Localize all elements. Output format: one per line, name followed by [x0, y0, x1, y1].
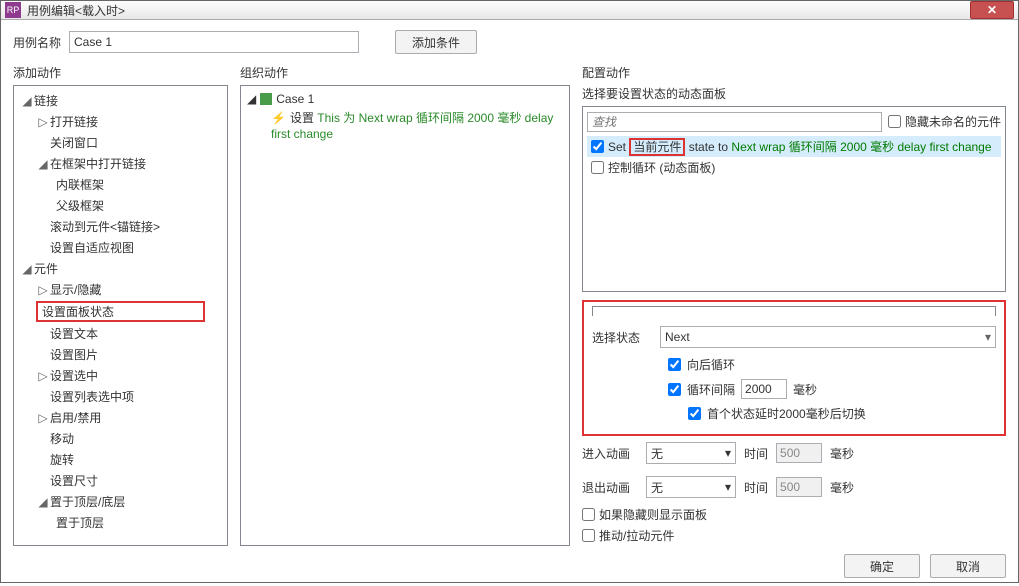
case-row[interactable]: ◢ Case 1 [241, 90, 569, 108]
tree-item-set-panel-state[interactable]: 设置面板状态 [36, 301, 205, 322]
tree-item[interactable]: 设置列表选中项 [14, 386, 227, 407]
tree-item[interactable]: 设置图片 [14, 344, 227, 365]
state-config-box: 选择状态 Next▾ 向后循环 循环间隔毫秒 首个状态延时2000毫秒后切换 [582, 300, 1006, 436]
anim-out-label: 退出动画 [582, 479, 638, 496]
tree-item[interactable]: 父级框架 [14, 195, 227, 216]
search-input[interactable] [587, 112, 882, 132]
tree-item[interactable]: 设置自适应视图 [14, 237, 227, 258]
state-label: 选择状态 [592, 329, 652, 346]
anim-in-label: 进入动画 [582, 445, 638, 462]
window-title: 用例编辑<载入时> [27, 2, 970, 19]
tree-item[interactable]: ▷设置选中 [14, 365, 227, 386]
add-condition-button[interactable]: 添加条件 [395, 30, 477, 54]
titlebar: RP 用例编辑<载入时> ✕ [1, 1, 1018, 20]
case-icon [260, 93, 272, 105]
anim-in-time[interactable] [776, 443, 822, 463]
add-action-header: 添加动作 [13, 64, 228, 81]
panel-item-control[interactable]: 控制循环 (动态面板) [587, 157, 1001, 178]
cancel-button[interactable]: 取消 [930, 554, 1006, 578]
case-label: Case 1 [276, 92, 314, 106]
tree-item[interactable]: 置于顶层 [14, 512, 227, 533]
case-name-input[interactable] [69, 31, 359, 53]
tree-item[interactable]: ◢置于顶层/底层 [14, 491, 227, 512]
tree-item[interactable]: 关闭窗口 [14, 132, 227, 153]
tree-item[interactable]: 设置尺寸 [14, 470, 227, 491]
anim-in-select[interactable]: 无▾ [646, 442, 736, 464]
bolt-icon: ⚡ [271, 111, 286, 125]
delay-check[interactable] [688, 407, 701, 420]
tree-item[interactable]: 内联框架 [14, 174, 227, 195]
anim-out-select[interactable]: 无▾ [646, 476, 736, 498]
interval-input[interactable] [741, 379, 787, 399]
chevron-down-icon: ▾ [725, 446, 731, 460]
anim-out-time[interactable] [776, 477, 822, 497]
tree-item[interactable]: 滚动到元件<锚链接> [14, 216, 227, 237]
action-tree-panel: ◢链接 ▷打开链接 关闭窗口 ◢在框架中打开链接 内联框架 父级框架 滚动到元件… [13, 85, 228, 546]
push-pull-check[interactable]: 推动/拉动元件 [582, 525, 1006, 546]
tree-item[interactable]: ▷打开链接 [14, 111, 227, 132]
chevron-down-icon: ▾ [985, 330, 991, 344]
chevron-down-icon: ▾ [725, 480, 731, 494]
panel-select-label: 选择要设置状态的动态面板 [582, 85, 1006, 102]
case-name-label: 用例名称 [13, 34, 61, 51]
tree-item[interactable]: ◢在框架中打开链接 [14, 153, 227, 174]
ok-button[interactable]: 确定 [844, 554, 920, 578]
show-if-hidden-check[interactable]: 如果隐藏则显示面板 [582, 504, 1006, 525]
tree-item[interactable]: ▷启用/禁用 [14, 407, 227, 428]
tree-group-link[interactable]: ◢链接 [14, 90, 227, 111]
organize-panel: ◢ Case 1 ⚡设置 This 为 Next wrap 循环间隔 2000 … [240, 85, 570, 546]
panel-item-current[interactable]: Set 当前元件 state to Next wrap 循环间隔 2000 毫秒… [587, 136, 1001, 157]
tree-item[interactable]: ▷显示/隐藏 [14, 279, 227, 300]
app-icon: RP [5, 2, 21, 18]
panel-list: 隐藏未命名的元件 Set 当前元件 state to Next wrap 循环间… [582, 106, 1006, 292]
tree-item[interactable]: 旋转 [14, 449, 227, 470]
config-header: 配置动作 [582, 64, 1006, 81]
tree-item[interactable]: 设置文本 [14, 323, 227, 344]
action-row[interactable]: ⚡设置 This 为 Next wrap 循环间隔 2000 毫秒 delay … [241, 108, 569, 144]
panel-check[interactable] [591, 140, 604, 153]
close-button[interactable]: ✕ [970, 1, 1014, 19]
hide-unnamed-check[interactable]: 隐藏未命名的元件 [888, 111, 1001, 132]
state-select[interactable]: Next▾ [660, 326, 996, 348]
organize-header: 组织动作 [240, 64, 570, 81]
interval-check[interactable] [668, 383, 681, 396]
tree-item[interactable]: 移动 [14, 428, 227, 449]
wrap-check[interactable] [668, 358, 681, 371]
tree-group-widget[interactable]: ◢元件 [14, 258, 227, 279]
